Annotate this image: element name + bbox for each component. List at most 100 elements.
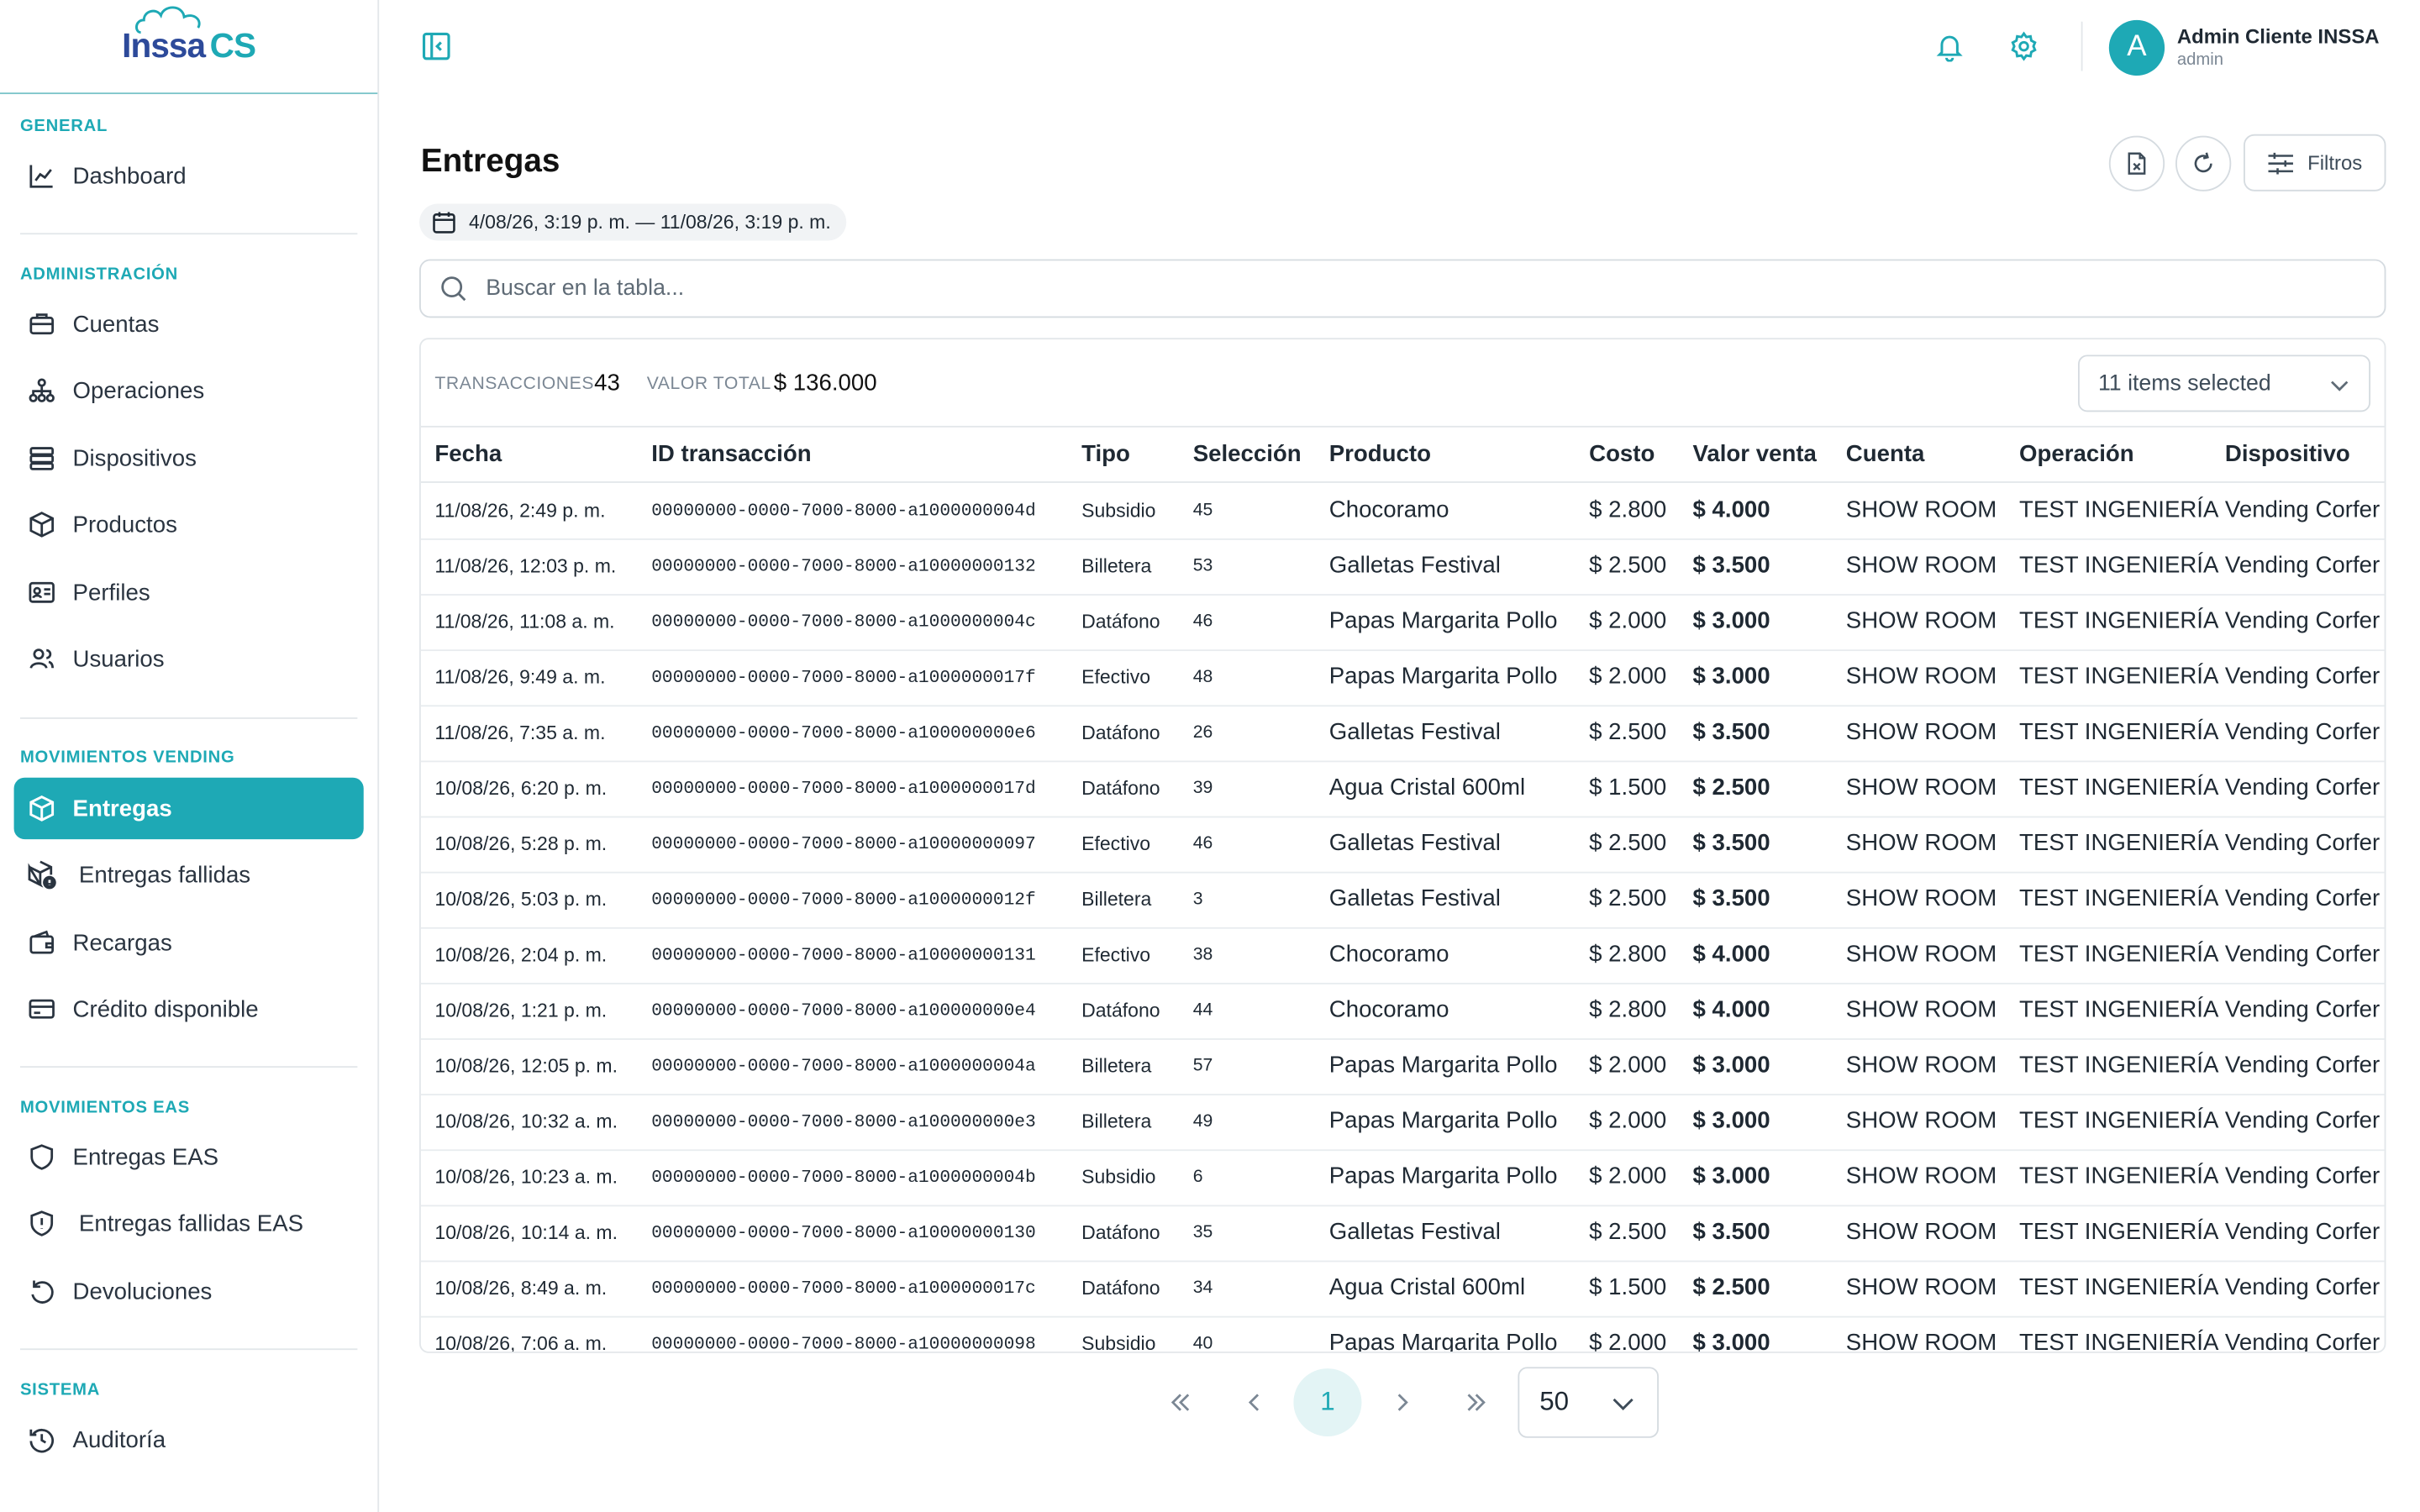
column-header-fecha[interactable]: Fecha [434,441,502,467]
cell-id-transaccion: 00000000-0000-7000-8000-a100000000e3 [651,1112,1036,1133]
cell-tipo: Subsidio [1081,500,1156,522]
cell-valor-venta: $ 2.500 [1692,1274,1770,1301]
column-header-cuenta[interactable]: Cuenta [1846,441,1925,467]
table-row[interactable]: 11/08/26, 11:08 a. m. 00000000-0000-7000-… [420,596,2385,652]
sidebar-item-entregas-fallidas[interactable]: Entregas fallidas [14,844,364,906]
column-header-id[interactable]: ID transacción [651,441,811,467]
sidebar-item-cuentas[interactable]: Cuentas [14,293,364,354]
sidebar-item-dashboard[interactable]: Dashboard [14,145,364,207]
table-row[interactable]: 10/08/26, 10:32 a. m. 00000000-0000-7000-… [420,1095,2385,1152]
page-title: Entregas [420,143,560,180]
cell-costo: $ 1.500 [1589,1274,1667,1301]
sidebar-item-label: Dispositivos [72,444,197,472]
sidebar-item-entregas-fallidas-eas[interactable]: Entregas fallidas EAS [14,1193,364,1254]
sidebar-item-entregas-eas[interactable]: Entregas EAS [14,1126,364,1188]
cell-fecha: 10/08/26, 10:23 a. m. [434,1166,618,1189]
table-row[interactable]: 11/08/26, 12:03 p. m. 00000000-0000-7000-… [420,540,2385,596]
cell-costo: $ 2.000 [1589,1330,1667,1353]
sidebar-item-credito-disponible[interactable]: Crédito disponible [14,978,364,1039]
refresh-button[interactable] [2175,135,2232,192]
cell-costo: $ 2.500 [1589,885,1667,912]
column-header-tipo[interactable]: Tipo [1081,441,1130,467]
first-page-button[interactable] [1146,1368,1214,1436]
cell-operacion: TEST INGENIERÍA [2019,774,2219,801]
sidebar-item-productos[interactable]: Productos [14,494,364,555]
cell-valor-venta: $ 3.500 [1692,830,1770,857]
sidebar-item-usuarios[interactable]: Usuarios [14,628,364,690]
cell-tipo: Datáfono [1081,777,1160,800]
table-row[interactable]: 10/08/26, 12:05 p. m. 00000000-0000-7000-… [420,1040,2385,1096]
table-row[interactable]: 10/08/26, 10:23 a. m. 00000000-0000-7000-… [420,1151,2385,1207]
cell-valor-venta: $ 3.000 [1692,1330,1770,1353]
cell-operacion: TEST INGENIERÍA [2019,496,2219,523]
brand-logo[interactable]: Inssa CS [0,0,378,95]
cell-producto: Agua Cristal 600ml [1328,774,1526,801]
sidebar-item-recargas[interactable]: Recargas [14,911,364,973]
table-row[interactable]: 11/08/26, 2:49 p. m. 00000000-0000-7000-8… [420,485,2385,540]
search-bar[interactable] [419,259,2386,318]
cell-tipo: Datáfono [1081,1277,1160,1299]
column-header-producto[interactable]: Producto [1329,441,1431,467]
shield-icon [26,1142,57,1173]
search-input[interactable] [486,276,2343,302]
cell-cuenta: SHOW ROOM [1845,718,1997,746]
export-excel-button[interactable] [2108,135,2165,192]
cell-valor-venta: $ 4.000 [1692,996,1770,1023]
column-header-valor-venta[interactable]: Valor venta [1692,441,1816,467]
cell-dispositivo: Vending Corfer [2224,1163,2381,1190]
columns-multiselect[interactable]: 11 items selected [2078,354,2371,412]
cell-operacion: TEST INGENIERÍA [2019,996,2219,1023]
sidebar-item-dispositivos[interactable]: Dispositivos [14,428,364,489]
column-header-costo[interactable]: Costo [1589,441,1655,467]
table-row[interactable]: 10/08/26, 10:14 a. m. 00000000-0000-7000-… [420,1206,2385,1263]
sidebar-item-perfiles[interactable]: Perfiles [14,562,364,623]
cell-seleccion: 34 [1192,1278,1213,1298]
table-row[interactable]: 10/08/26, 1:21 p. m. 00000000-0000-7000-8… [420,984,2385,1040]
page-size-select[interactable]: 50 [1518,1367,1659,1438]
page-number-button[interactable]: 1 [1293,1368,1362,1436]
next-page-button[interactable] [1368,1368,1436,1436]
cell-valor-venta: $ 4.000 [1692,496,1770,523]
sidebar-item-auditoria[interactable]: Auditoría [14,1409,364,1470]
previous-page-button[interactable] [1221,1368,1289,1436]
sidebar-item-devoluciones[interactable]: Devoluciones [14,1261,364,1322]
server-icon [26,443,57,474]
date-range-chip[interactable]: 4/08/26, 3:19 p. m. — 11/08/26, 3:19 p. … [419,203,847,241]
table-row[interactable]: 10/08/26, 6:20 p. m. 00000000-0000-7000-8… [420,762,2385,818]
table-row[interactable]: 10/08/26, 2:04 p. m. 00000000-0000-7000-8… [420,929,2385,984]
cell-operacion: TEST INGENIERÍA [2019,1052,2219,1079]
sidebar-toggle-icon[interactable] [421,31,452,62]
filters-button[interactable]: Filtros [2244,134,2386,192]
last-page-button[interactable] [1442,1368,1510,1436]
cell-id-transaccion: 00000000-0000-7000-8000-a1000000017d [651,779,1036,800]
cell-valor-venta: $ 3.500 [1692,552,1770,579]
cell-operacion: TEST INGENIERÍA [2019,1274,2219,1301]
sidebar-item-entregas[interactable]: Entregas [13,777,364,840]
table-row[interactable]: 10/08/26, 5:28 p. m. 00000000-0000-7000-8… [420,817,2385,874]
gear-icon[interactable] [2008,31,2039,62]
column-header-seleccion[interactable]: Selección [1193,441,1302,467]
cell-cuenta: SHOW ROOM [1845,1052,1997,1079]
sidebar-item-label: Usuarios [72,645,165,672]
cell-tipo: Subsidio [1081,1332,1156,1353]
table-row[interactable]: 10/08/26, 8:49 a. m. 00000000-0000-7000-8… [420,1262,2385,1318]
column-header-dispositivo[interactable]: Dispositivo [2225,441,2350,467]
table-row[interactable]: 10/08/26, 5:03 p. m. 00000000-0000-7000-8… [420,874,2385,929]
table-row[interactable]: 11/08/26, 7:35 a. m. 00000000-0000-7000-8… [420,706,2385,763]
cell-cuenta: SHOW ROOM [1845,996,1997,1023]
cell-tipo: Datáfono [1081,722,1160,744]
avatar[interactable]: A [2108,19,2165,76]
shield-alert-icon [26,1208,57,1239]
cell-fecha: 10/08/26, 6:20 p. m. [434,777,608,800]
bell-icon[interactable] [1934,31,1965,62]
cell-operacion: TEST INGENIERÍA [2019,1163,2219,1190]
table-row[interactable]: 10/08/26, 7:06 a. m. 00000000-0000-7000-8… [421,1318,2385,1353]
cell-cuenta: SHOW ROOM [1845,663,1997,690]
table-header: Fecha ID transacción Tipo Selección Prod… [420,428,2385,483]
table-row[interactable]: 11/08/26, 9:49 a. m. 00000000-0000-7000-8… [420,651,2385,707]
cell-valor-venta: $ 3.000 [1692,607,1770,634]
sidebar-item-operaciones[interactable]: Operaciones [14,360,364,421]
cell-operacion: TEST INGENIERÍA [2019,718,2219,746]
column-header-operacion[interactable]: Operación [2019,441,2134,467]
cell-costo: $ 2.000 [1589,1107,1667,1134]
